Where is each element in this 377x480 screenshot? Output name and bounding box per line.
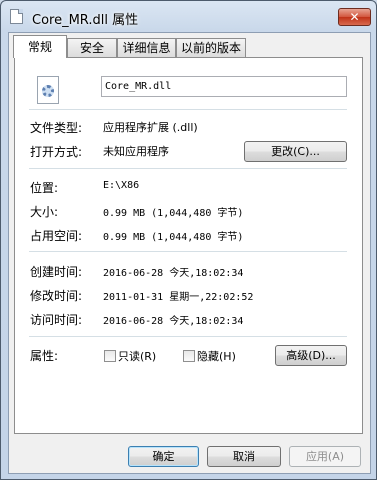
created-value: 2016-06-28 今天,18:02:34 <box>103 268 244 279</box>
advanced-button[interactable]: 高级(D)... <box>275 345 347 366</box>
separator <box>29 251 347 252</box>
tab-general[interactable]: 常规 <box>13 35 67 58</box>
tab-previous-versions[interactable]: 以前的版本 <box>176 38 246 57</box>
location-value: E:\X86 <box>103 180 140 191</box>
size-value: 0.99 MB (1,044,480 字节) <box>103 208 244 219</box>
modified-label: 修改时间: <box>30 289 83 303</box>
dll-file-icon <box>10 9 23 24</box>
cancel-button[interactable]: 取消 <box>207 446 281 467</box>
properties-window: Core_MR.dll 属性 ✕ 常规 安全 详细信息 以前的版本 Core_M… <box>0 0 377 480</box>
close-button[interactable]: ✕ <box>338 8 371 26</box>
gear-icon <box>42 85 54 97</box>
size-label: 大小: <box>30 205 59 219</box>
ok-button[interactable]: 确定 <box>128 446 199 467</box>
window-title: Core_MR.dll 属性 <box>32 13 139 28</box>
readonly-checkbox[interactable] <box>104 350 116 362</box>
change-button[interactable]: 更改(C)... <box>244 141 347 162</box>
file-type-value: 应用程序扩展 (.dll) <box>103 121 198 134</box>
file-name-field[interactable]: Core_MR.dll <box>101 76 347 97</box>
attributes-label: 属性: <box>30 349 59 363</box>
title-bar[interactable]: Core_MR.dll 属性 ✕ <box>1 1 376 33</box>
tab-details[interactable]: 详细信息 <box>117 38 176 57</box>
readonly-label[interactable]: 只读(R) <box>118 348 156 364</box>
hidden-label[interactable]: 隐藏(H) <box>197 348 236 364</box>
separator <box>29 168 347 169</box>
separator <box>29 109 347 110</box>
accessed-label: 访问时间: <box>30 313 83 327</box>
separator <box>29 336 347 337</box>
dialog-client-area: 常规 安全 详细信息 以前的版本 <box>8 32 371 474</box>
open-with-label: 打开方式: <box>30 145 83 159</box>
created-label: 创建时间: <box>30 265 83 279</box>
apply-button[interactable]: 应用(A) <box>289 446 361 467</box>
accessed-value: 2016-06-28 今天,18:02:34 <box>103 316 244 327</box>
dll-gear-file-icon <box>37 76 59 104</box>
file-type-label: 文件类型: <box>30 121 83 135</box>
open-with-value: 未知应用程序 <box>103 145 169 158</box>
disk-size-label: 占用空间: <box>30 229 83 243</box>
location-label: 位置: <box>30 181 59 195</box>
tab-security[interactable]: 安全 <box>67 38 117 57</box>
modified-value: 2011-01-31 星期一,22:02:52 <box>103 292 254 303</box>
disk-size-value: 0.99 MB (1,044,480 字节) <box>103 232 244 243</box>
hidden-checkbox[interactable] <box>183 350 195 362</box>
general-tab-panel <box>14 57 363 434</box>
